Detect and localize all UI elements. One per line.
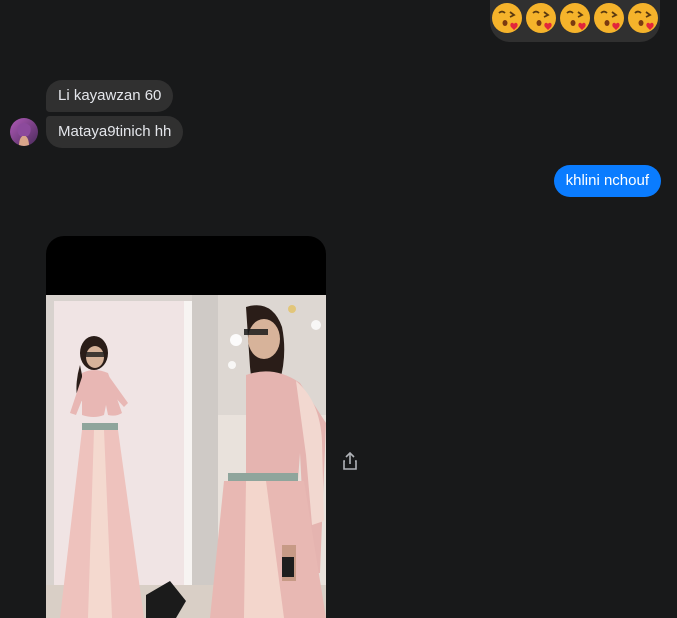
- emoji-message-bubble[interactable]: [490, 0, 660, 42]
- emoji-row: [491, 2, 659, 34]
- avatar[interactable]: [10, 118, 38, 146]
- face-blowing-kiss-emoji: [492, 3, 522, 33]
- face-blowing-kiss-emoji: [560, 3, 590, 33]
- incoming-message[interactable]: Li kayawzan 60: [46, 80, 174, 112]
- incoming-message[interactable]: Mataya9tinich hh: [46, 116, 184, 148]
- photo-image: [46, 295, 326, 618]
- face-blowing-kiss-emoji: [526, 3, 556, 33]
- outgoing-message[interactable]: khlini nchouf: [553, 165, 661, 197]
- avatar-image: [10, 118, 38, 146]
- photo-attachment[interactable]: [46, 236, 326, 618]
- share-icon[interactable]: [341, 451, 359, 471]
- face-blowing-kiss-emoji: [594, 3, 624, 33]
- face-blowing-kiss-emoji: [628, 3, 658, 33]
